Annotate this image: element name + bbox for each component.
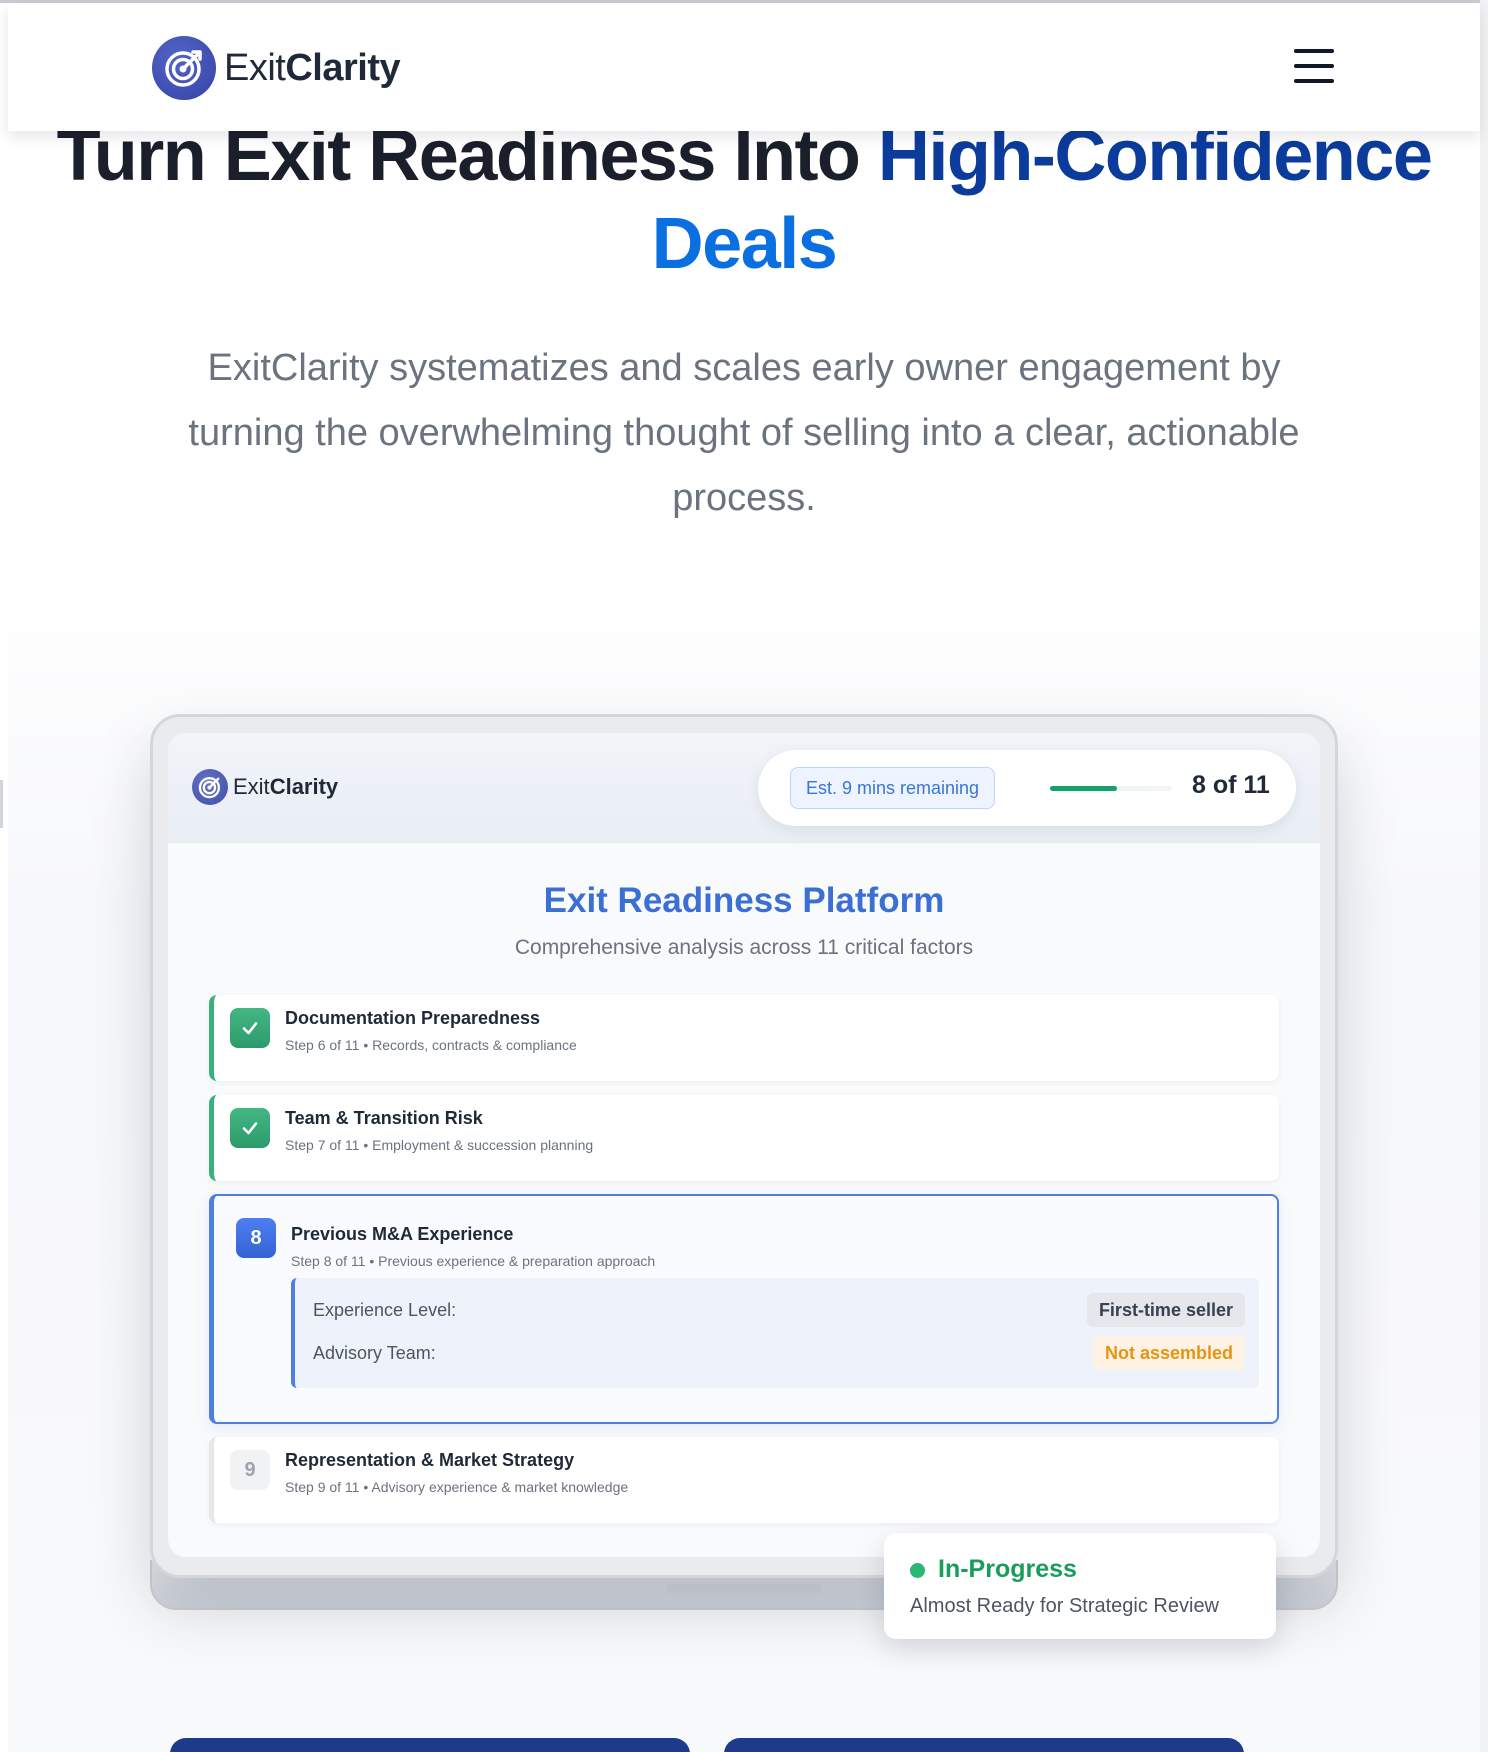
experience-level-label: Experience Level: [313,1300,457,1320]
feature-card-right [724,1738,1244,1752]
step-meta: Step 7 of 11 • Employment & succession p… [285,1137,594,1153]
status-dot-icon [910,1563,925,1578]
step-card-documentation[interactable]: Documentation Preparedness Step 6 of 11 … [209,995,1279,1081]
platform-subtitle: Comprehensive analysis across 11 critica… [514,936,974,959]
device-notch [666,1584,822,1594]
hero-title-accent: Deals [651,204,838,284]
app-target-icon [192,769,228,805]
step-card-representation[interactable]: 9 Representation & Market Strategy Step … [209,1437,1279,1523]
step-details-panel: Experience Level: First-time seller Advi… [291,1278,1259,1388]
progress-bar-fill [1050,786,1117,791]
app-topbar: ExitClarity Est. 9 mins remaining 8 of 1… [168,733,1320,843]
status-card: In-Progress Almost Ready for Strategic R… [884,1533,1276,1639]
step-card-team-transition[interactable]: Team & Transition Risk Step 7 of 11 • Em… [209,1095,1279,1181]
checkmark-icon [230,1008,270,1048]
step-title: Team & Transition Risk [285,1108,483,1128]
status-subtitle: Almost Ready for Strategic Review [910,1595,1220,1617]
step-card-ma-experience[interactable]: 8 Previous M&A Experience Step 8 of 11 •… [209,1194,1279,1424]
checkmark-icon [230,1108,270,1148]
step-title: Representation & Market Strategy [285,1450,575,1470]
step-number-badge: 8 [236,1218,276,1258]
eta-badge: Est. 9 mins remaining [790,767,996,809]
site-header: ExitClarity [8,3,1480,131]
platform-title: Exit Readiness Platform [543,881,945,920]
step-meta: Step 9 of 11 • Advisory experience & mar… [285,1479,629,1495]
experience-level-value: First-time seller [1086,1293,1245,1327]
step-title: Documentation Preparedness [285,1008,541,1028]
app-screen: ExitClarity Est. 9 mins remaining 8 of 1… [168,733,1320,1557]
step-title: Previous M&A Experience [291,1224,514,1244]
target-arrow-icon [152,36,216,100]
step-number-badge: 9 [230,1450,270,1490]
advisory-team-value: Not assembled [1092,1336,1245,1370]
progress-indicator: Est. 9 mins remaining 8 of 11 [758,750,1296,826]
scroll-edge-marker [0,780,3,828]
brand-name: ExitClarity [224,46,401,89]
step-counter: 8 of 11 [1192,771,1270,799]
advisory-team-label: Advisory Team: [313,1343,436,1363]
step-meta: Step 6 of 11 • Records, contracts & comp… [285,1037,577,1053]
hero-subtitle: ExitClarity systematizes and scales earl… [188,347,1300,519]
hero-title: Turn Exit Readiness Into High-Confidence… [0,112,1488,288]
brand-logo-link[interactable]: ExitClarity [152,36,401,100]
progress-bar [1050,786,1172,791]
app-brand: ExitClarity [192,769,338,805]
app-brand-name: ExitClarity [233,774,339,799]
status-title: In-Progress [938,1555,1077,1583]
feature-card-left [170,1738,690,1752]
step-meta: Step 8 of 11 • Previous experience & pre… [291,1253,656,1269]
hamburger-menu-icon[interactable] [1294,49,1334,83]
